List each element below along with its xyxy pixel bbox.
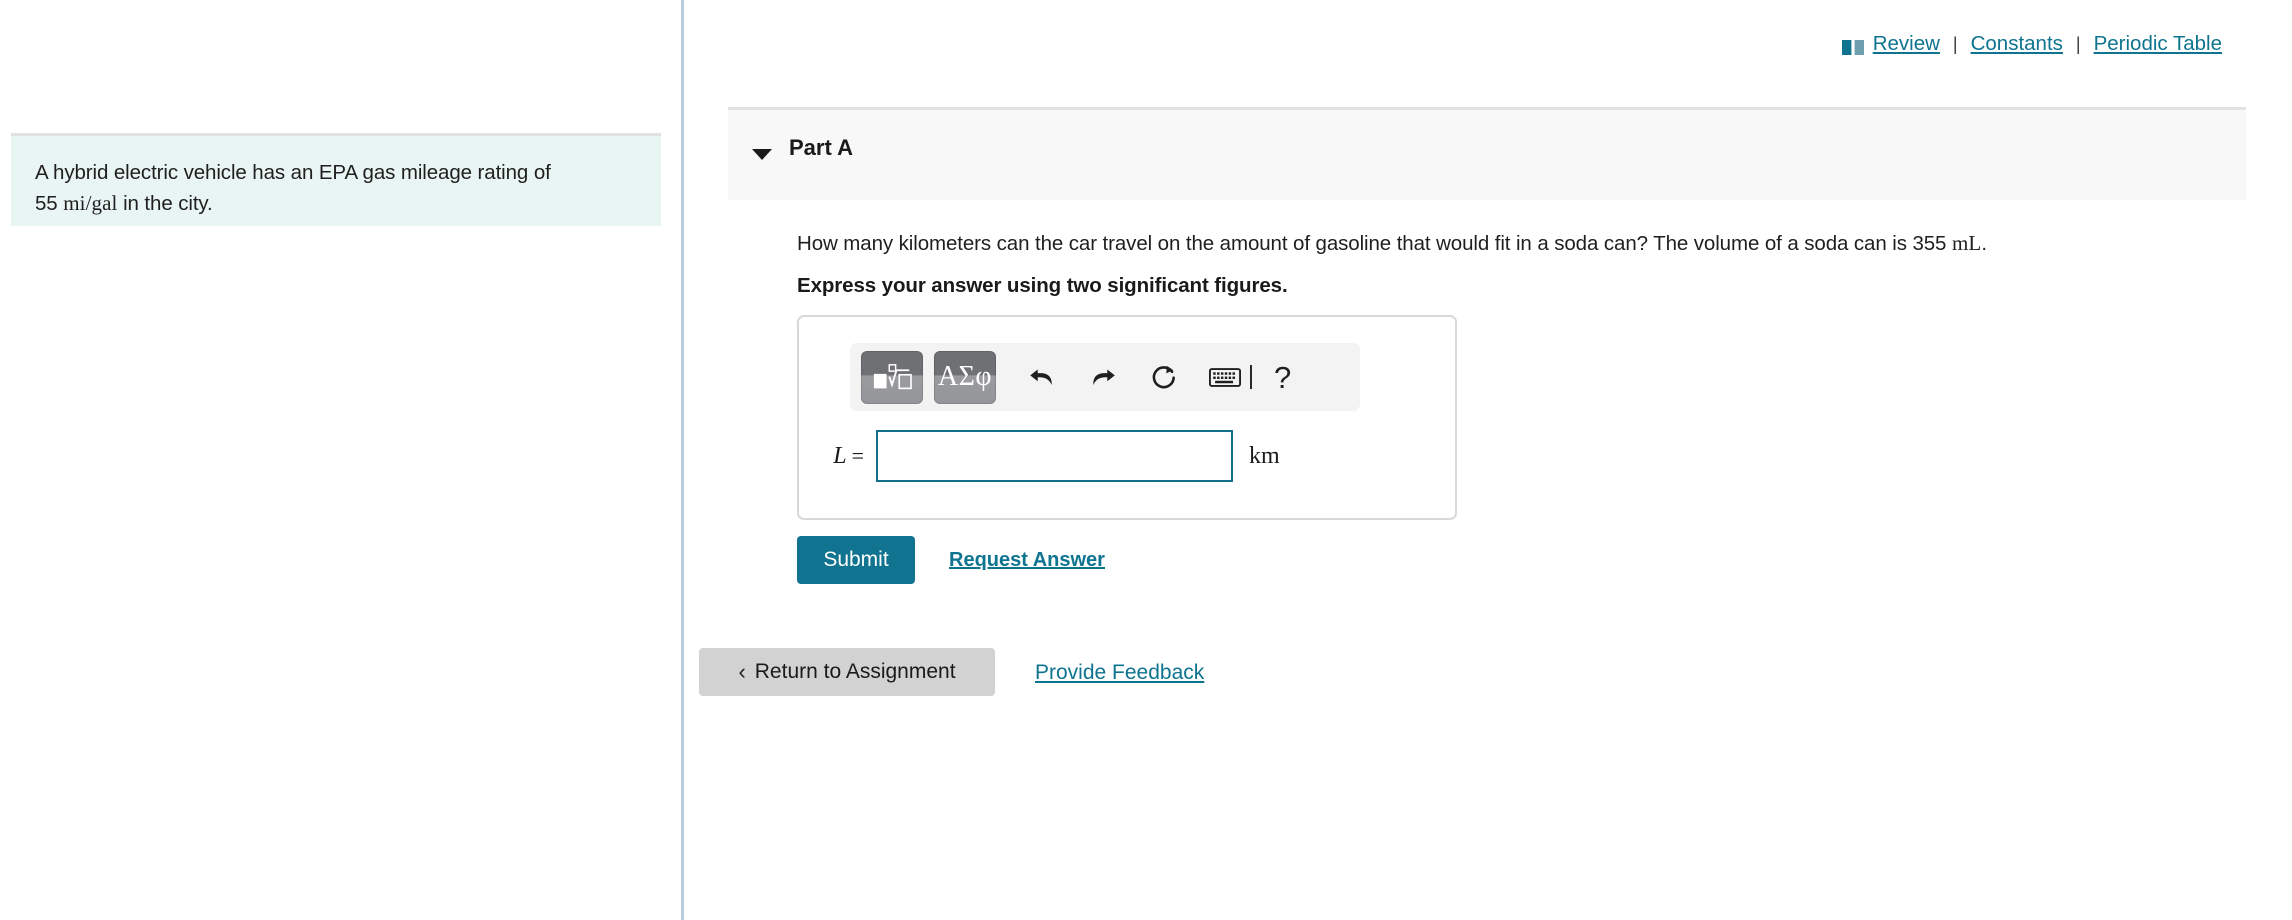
mastering-physics-problem-page: A hybrid electric vehicle has an EPA gas… [0,0,2292,920]
provide-feedback-link[interactable]: Provide Feedback [1035,661,1204,685]
problem-units: mi/gal [63,191,118,215]
reset-refresh-icon[interactable] [1149,362,1179,392]
part-a-header-band[interactable]: Part A [728,107,2246,200]
right-content-panel: Review | Constants | Periodic Table Part… [687,0,2292,920]
question-prefix: How many kilometers can the car travel o… [797,232,1952,255]
math-template-button[interactable] [861,350,923,404]
answer-unit-label: km [1249,442,1280,469]
greek-symbols-button[interactable]: ΑΣφ [934,350,996,404]
part-title: Part A [789,135,853,160]
chevron-left-icon: ‹ [738,659,746,684]
header-links: Review | Constants | Periodic Table [1841,32,2222,56]
undo-arrow-icon[interactable] [1027,362,1057,392]
header-separator-2: | [2075,33,2081,54]
answer-input[interactable] [876,430,1233,482]
problem-statement-text: A hybrid electric vehicle has an EPA gas… [35,158,635,219]
question-unit: mL [1951,231,1982,255]
header-separator-1: | [1952,33,1958,54]
problem-line-2-tail: in the city. [117,192,213,215]
answer-variable-label: L = [833,442,864,469]
caret-down-icon[interactable] [752,149,772,160]
return-to-assignment-button[interactable]: ‹ Return to Assignment [699,648,995,696]
submit-button[interactable]: Submit [797,536,915,584]
help-question-mark-icon[interactable]: ? [1274,362,1291,393]
problem-statement-box: A hybrid electric vehicle has an EPA gas… [11,133,661,226]
toolbar-divider [1250,365,1252,389]
answer-entry-container: ΑΣφ ? L = km [797,315,1457,520]
periodic-table-link[interactable]: Periodic Table [2094,32,2222,56]
answer-input-row: L = km [799,430,1455,482]
question-suffix: . [1981,232,1987,255]
return-to-assignment-label: Return to Assignment [754,660,956,683]
problem-line-1: A hybrid electric vehicle has an EPA gas… [35,161,551,184]
math-toolbar: ΑΣφ ? [850,343,1360,411]
open-book-icon [1841,38,1864,55]
left-problem-panel: A hybrid electric vehicle has an EPA gas… [0,0,684,920]
instruction-text: Express your answer using two significan… [797,274,1288,297]
question-text: How many kilometers can the car travel o… [797,231,1987,256]
request-answer-link[interactable]: Request Answer [949,549,1105,572]
review-link[interactable]: Review [1873,32,1940,56]
problem-value: 55 [35,192,58,215]
redo-arrow-icon[interactable] [1088,362,1118,392]
keyboard-icon[interactable] [1209,367,1241,388]
constants-link[interactable]: Constants [1971,32,2063,56]
